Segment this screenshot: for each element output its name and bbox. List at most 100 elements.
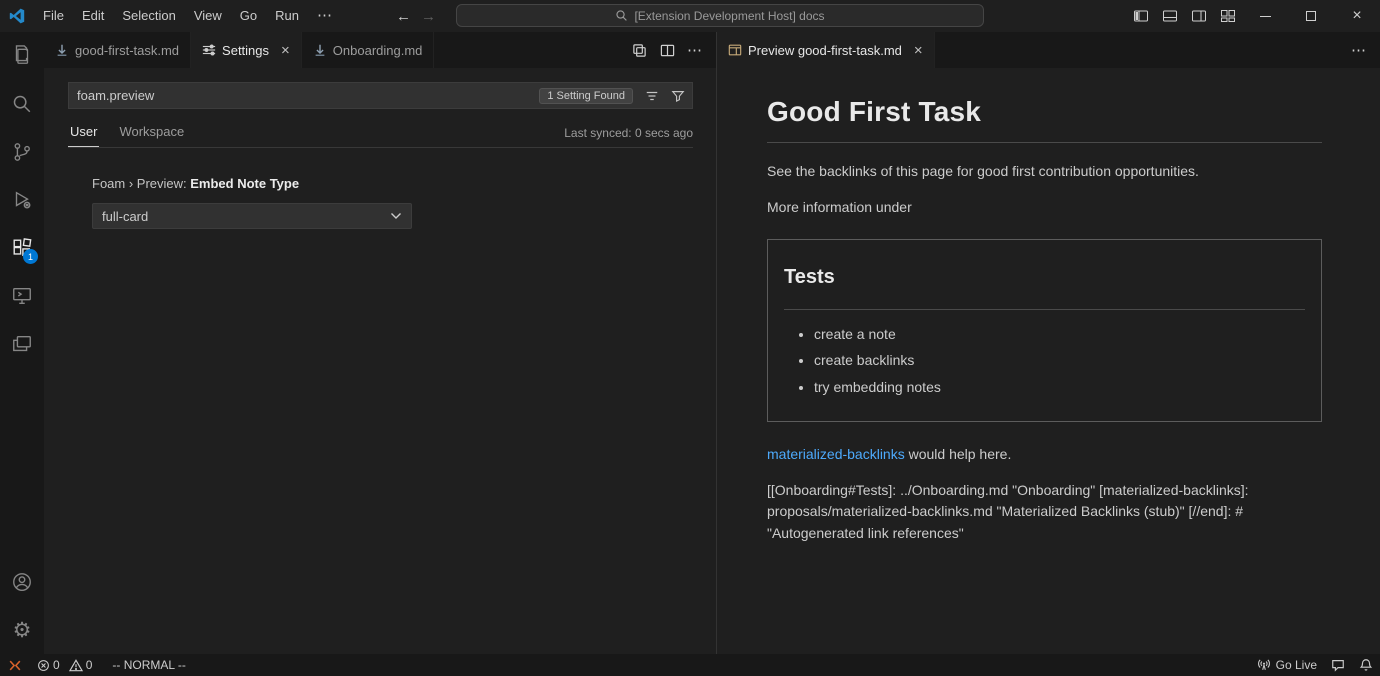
status-bar: 0 0 -- NORMAL -- Go Live [0, 654, 1380, 676]
settings-scope-row: User Workspace Last synced: 0 secs ago [68, 119, 693, 148]
vscode-logo [0, 8, 34, 24]
setting-item-embed-note-type: Foam › Preview: Embed Note Type full-car… [92, 176, 693, 229]
split-editor-icon[interactable] [656, 39, 678, 61]
command-center-label: [Extension Development Host] docs [634, 9, 824, 23]
menu-file[interactable]: File [34, 0, 73, 32]
markdown-file-icon [55, 43, 69, 57]
task-item: try embedding notes [814, 377, 1305, 399]
back-arrow-icon[interactable]: ← [396, 8, 411, 25]
preview-link-paragraph: materialized-backlinks would help here. [767, 444, 1322, 466]
broadcast-icon [1257, 658, 1271, 672]
close-tab-icon[interactable]: × [281, 43, 290, 58]
close-icon: × [1352, 8, 1361, 24]
link-references-text: [[Onboarding#Tests]: ../Onboarding.md "O… [767, 480, 1322, 545]
vscode-window: File Edit Selection View Go Run ⋯ ← → [E… [0, 0, 1380, 676]
filter-funnel-icon[interactable] [666, 84, 690, 107]
task-item: create a note [814, 324, 1305, 346]
left-tabstrip: good-first-task.md Settings × Onboarding… [44, 32, 716, 68]
search-icon [615, 9, 628, 22]
scope-tab-workspace[interactable]: Workspace [117, 124, 186, 147]
embedded-note-card: Tests create a note create backlinks try… [767, 239, 1322, 422]
menu-go[interactable]: Go [231, 0, 266, 32]
settings-result-count-badge: 1 Setting Found [539, 88, 633, 104]
scope-tab-user[interactable]: User [68, 124, 99, 147]
customize-layout-icon[interactable] [1213, 0, 1242, 32]
tab-preview-good-first-task[interactable]: Preview good-first-task.md × [717, 32, 935, 68]
menu-run[interactable]: Run [266, 0, 308, 32]
filter-lines-icon[interactable] [640, 84, 664, 107]
menu-selection[interactable]: Selection [113, 0, 184, 32]
titlebar: File Edit Selection View Go Run ⋯ ← → [E… [0, 0, 1380, 32]
task-item: create backlinks [814, 350, 1305, 372]
embed-task-list: create a note create backlinks try embed… [784, 324, 1305, 399]
right-editor-actions: ⋯ [1338, 32, 1380, 68]
tab-onboarding[interactable]: Onboarding.md [302, 32, 435, 68]
run-debug-icon[interactable] [0, 176, 44, 224]
tab-label: Preview good-first-task.md [748, 43, 902, 58]
toggle-sidebar-icon[interactable] [1126, 0, 1155, 32]
close-tab-icon[interactable]: × [914, 43, 923, 58]
menu-view[interactable]: View [185, 0, 231, 32]
status-bar-right: Go Live [1250, 654, 1380, 676]
source-control-icon[interactable] [0, 128, 44, 176]
problems-indicator[interactable]: 0 0 [30, 654, 105, 676]
window-controls: × [1126, 0, 1380, 32]
menu-more-icon[interactable]: ⋯ [308, 0, 342, 32]
more-actions-icon[interactable]: ⋯ [1348, 39, 1370, 61]
markdown-file-icon [313, 43, 327, 57]
menu-edit[interactable]: Edit [73, 0, 113, 32]
embed-heading: Tests [784, 262, 1305, 310]
chevron-down-icon [390, 212, 402, 220]
markdown-preview-icon [728, 43, 742, 57]
settings-search-box: 1 Setting Found [68, 82, 693, 109]
preview-intro: See the backlinks of this page for good … [767, 161, 1322, 183]
setting-category: Foam › Preview: [92, 176, 190, 191]
go-live-button[interactable]: Go Live [1250, 654, 1324, 676]
last-synced-label: Last synced: 0 secs ago [564, 126, 693, 147]
extensions-badge: 1 [23, 249, 38, 264]
open-settings-json-icon[interactable] [628, 39, 650, 61]
command-center-search[interactable]: [Extension Development Host] docs [456, 4, 984, 27]
settings-gear-icon[interactable]: ⚙ [0, 606, 44, 654]
history-navigation: ← → [396, 0, 436, 32]
search-view-icon[interactable] [0, 80, 44, 128]
editor-group-right: Preview good-first-task.md × ⋯ Good Firs… [716, 32, 1380, 654]
error-count: 0 [53, 658, 60, 672]
forward-arrow-icon[interactable]: → [421, 8, 436, 25]
right-tabstrip: Preview good-first-task.md × ⋯ [717, 32, 1380, 68]
embed-note-type-select[interactable]: full-card [92, 203, 412, 229]
notifications-bell-icon[interactable] [1352, 654, 1380, 676]
toggle-secondary-sidebar-icon[interactable] [1184, 0, 1213, 32]
accounts-icon[interactable] [0, 558, 44, 606]
workbench: 1 ⚙ good-first-tas [0, 32, 1380, 654]
warning-count: 0 [86, 658, 93, 672]
menubar: File Edit Selection View Go Run ⋯ [0, 0, 342, 32]
setting-label: Foam › Preview: Embed Note Type [92, 176, 693, 191]
explorer-icon[interactable] [0, 32, 44, 80]
preview-more-info: More information under [767, 197, 1322, 219]
minimize-button[interactable] [1242, 0, 1288, 32]
errors-group: 0 [37, 658, 60, 672]
left-editor-actions: ⋯ [618, 32, 716, 68]
extensions-icon[interactable]: 1 [0, 224, 44, 272]
tab-label: good-first-task.md [75, 43, 179, 58]
remote-indicator[interactable] [0, 654, 30, 676]
windows-panel-icon[interactable] [0, 320, 44, 368]
tab-good-first-task[interactable]: good-first-task.md [44, 32, 191, 68]
feedback-icon[interactable] [1324, 654, 1352, 676]
toggle-panel-icon[interactable] [1155, 0, 1184, 32]
warning-icon [69, 659, 83, 672]
remote-explorer-icon[interactable] [0, 272, 44, 320]
select-value: full-card [102, 209, 148, 224]
tab-settings[interactable]: Settings × [191, 32, 302, 68]
maximize-button[interactable] [1288, 0, 1334, 32]
vim-mode-indicator[interactable]: -- NORMAL -- [105, 654, 193, 676]
settings-search-input[interactable] [69, 88, 539, 103]
more-actions-icon[interactable]: ⋯ [684, 39, 706, 61]
activity-bar: 1 ⚙ [0, 32, 44, 654]
close-window-button[interactable]: × [1334, 0, 1380, 32]
materialized-backlinks-link[interactable]: materialized-backlinks [767, 446, 905, 462]
settings-editor: 1 Setting Found User Workspace Last sync… [44, 68, 716, 654]
link-tail-text: would help here. [905, 446, 1012, 462]
go-live-label: Go Live [1276, 658, 1317, 672]
